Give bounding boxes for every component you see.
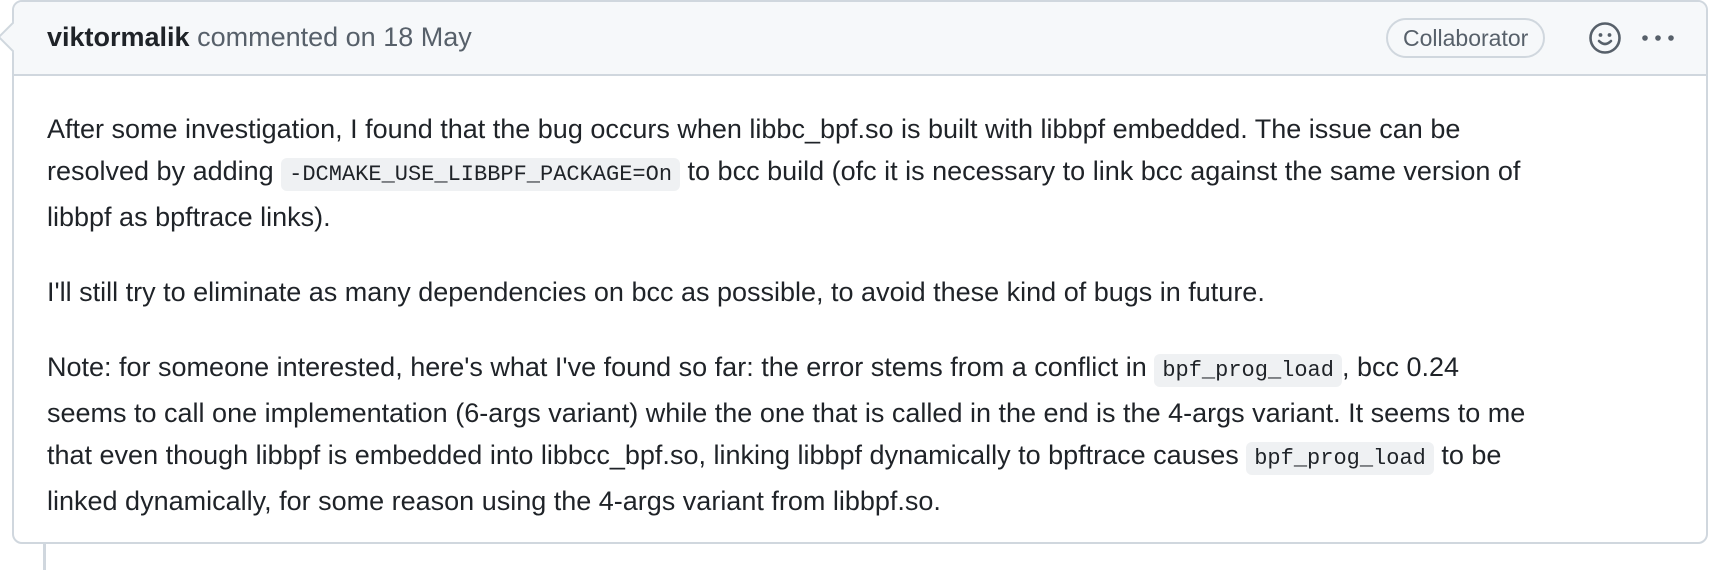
inline-code: bpf_prog_load [1246,442,1434,475]
author-link[interactable]: viktormalik [47,22,190,52]
comment-body: After some investigation, I found that t… [47,108,1525,555]
comment-card: viktormalik commented on 18 May Collabor… [0,0,1708,544]
text-segment: Note: for someone interested, here's wha… [47,352,1155,382]
comment-timestamp[interactable]: commented on 18 May [197,22,472,52]
text-line: seems to call one implementation (6-args… [47,392,1525,434]
text-segment: that even though libbpf is embedded into… [47,440,1247,470]
text-segment: seems to call one implementation (6-args… [47,398,1526,428]
text-segment: , bcc 0.24 [1341,352,1460,382]
text-segment: resolved by adding [47,156,282,186]
text-line: linked dynamically, for some reason usin… [47,480,1525,522]
text-segment: libbpf as bpftrace links). [47,202,331,232]
inline-code: bpf_prog_load [1154,354,1342,387]
text-segment: After some investigation, I found that t… [47,114,1461,144]
comment-meta: viktormalik commented on 18 May [47,22,472,53]
text-line: After some investigation, I found that t… [47,108,1525,150]
timeline-line [43,540,46,570]
comment-header: viktormalik commented on 18 May Collabor… [14,2,1706,76]
text-segment: to be [1433,440,1502,470]
text-segment: I'll still try to eliminate as many depe… [47,277,1265,307]
comment-paragraph: Note: for someone interested, here's wha… [47,346,1525,522]
text-segment: linked dynamically, for some reason usin… [47,486,941,516]
text-segment: to bcc build (ofc it is necessary to lin… [680,156,1521,186]
comment-paragraph: I'll still try to eliminate as many depe… [47,271,1525,313]
text-line: I'll still try to eliminate as many depe… [47,271,1525,313]
inline-code: -DCMAKE_USE_LIBBPF_PACKAGE=On [281,158,681,191]
text-line: Note: for someone interested, here's wha… [47,346,1525,392]
kebab-horizontal-icon[interactable] [1636,21,1680,55]
text-line: that even though libbpf is embedded into… [47,434,1525,480]
text-line: resolved by adding -DCMAKE_USE_LIBBPF_PA… [47,150,1525,196]
comment-paragraph: After some investigation, I found that t… [47,108,1525,238]
smiley-icon[interactable] [1588,21,1622,55]
role-badge: Collaborator [1386,18,1546,58]
text-line: libbpf as bpftrace links). [47,196,1525,238]
